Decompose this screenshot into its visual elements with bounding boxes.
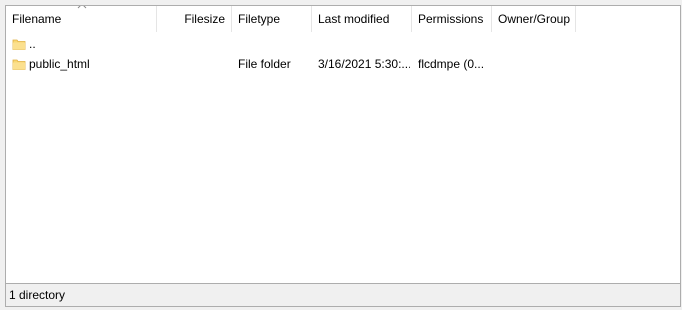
- sort-ascending-icon: [77, 6, 87, 9]
- column-header-filename[interactable]: Filename: [6, 6, 157, 32]
- file-owner-group: [498, 34, 574, 54]
- remote-file-list[interactable]: Filename Filesize Filetype Last modified…: [5, 5, 681, 283]
- column-header-permissions[interactable]: Permissions: [412, 6, 492, 32]
- folder-icon: [12, 59, 26, 70]
- folder-icon: [12, 39, 26, 50]
- column-header-owner-group-label: Owner/Group: [498, 12, 571, 26]
- file-permissions: flcdmpe (0...: [418, 57, 485, 71]
- column-header-filesize[interactable]: Filesize: [157, 6, 232, 32]
- file-type: File folder: [238, 57, 291, 71]
- column-header-filetype[interactable]: Filetype: [232, 6, 312, 32]
- file-name: ..: [29, 37, 36, 51]
- column-header-permissions-label: Permissions: [418, 12, 484, 26]
- column-header-filename-label: Filename: [12, 12, 62, 26]
- file-list-rows: .. public_html File folder 3/16/2021 5:3…: [6, 32, 680, 283]
- status-bar-text: 1 directory: [9, 288, 66, 302]
- column-header-last-modified-label: Last modified: [318, 12, 390, 26]
- column-header-last-modified[interactable]: Last modified: [312, 6, 412, 32]
- column-header-filesize-label: Filesize: [184, 12, 225, 26]
- file-owner-group: [498, 54, 574, 74]
- file-row-public-html[interactable]: public_html File folder 3/16/2021 5:30:.…: [6, 54, 680, 74]
- file-last-modified: [318, 34, 410, 54]
- file-permissions: [418, 34, 490, 54]
- file-size: [163, 54, 227, 74]
- column-header: Filename Filesize Filetype Last modified…: [6, 6, 680, 32]
- column-header-filetype-label: Filetype: [238, 12, 281, 26]
- status-bar: 1 directory: [5, 283, 681, 307]
- column-header-owner-group[interactable]: Owner/Group: [492, 6, 576, 32]
- file-name: public_html: [29, 57, 90, 71]
- file-type: [238, 34, 308, 54]
- file-row-parent[interactable]: ..: [6, 34, 680, 54]
- file-size: [163, 34, 227, 54]
- file-last-modified: 3/16/2021 5:30:...: [318, 57, 410, 71]
